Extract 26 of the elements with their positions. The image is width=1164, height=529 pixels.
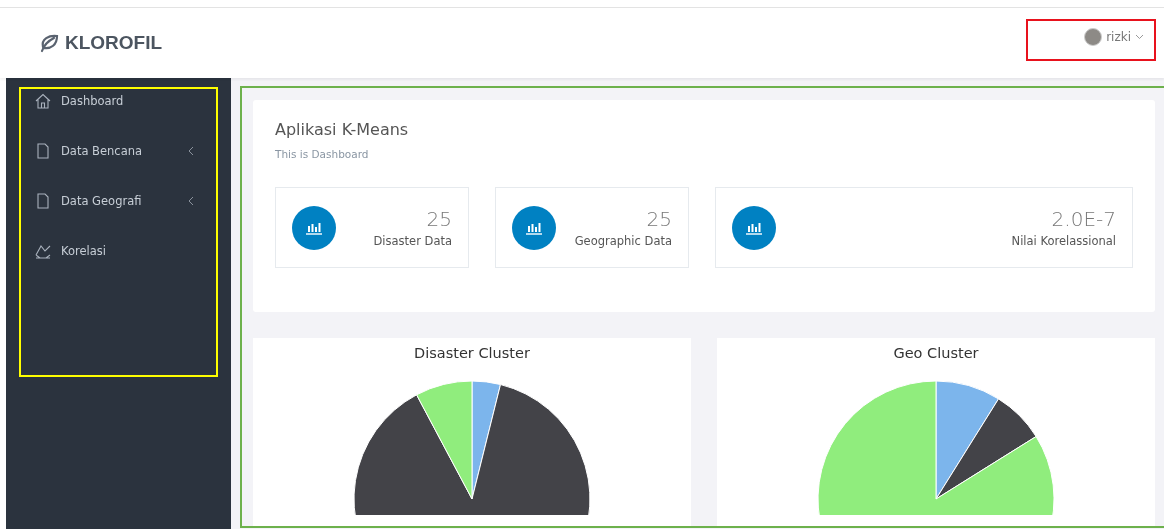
chart-title: Disaster Cluster — [414, 345, 530, 361]
sidebar-item[interactable]: Data Geografi — [35, 176, 216, 226]
chart-title: Geo Cluster — [893, 345, 979, 361]
stat-label: Disaster Data — [373, 234, 452, 248]
stat-label: Geographic Data — [574, 234, 672, 248]
stat-value: 25 — [426, 207, 452, 231]
chart-icon — [35, 243, 51, 259]
stat-value: 25 — [646, 207, 672, 231]
stat-label: Nilai Korelassional — [1011, 234, 1116, 248]
leaf-icon — [39, 33, 59, 53]
sidebar-item[interactable]: Dashboard — [35, 76, 216, 126]
home-icon — [35, 93, 51, 109]
bar-chart-icon — [292, 205, 336, 250]
caret-icon — [1135, 34, 1144, 40]
bar-chart-icon — [732, 205, 776, 250]
user-menu[interactable]: rizki — [1084, 27, 1144, 47]
sidebar-item[interactable]: Korelasi — [35, 226, 216, 276]
avatar-icon — [1084, 28, 1103, 46]
panel-subtitle: This is Dashboard — [275, 148, 370, 160]
sidebar-item[interactable]: Data Bencana — [35, 126, 216, 176]
stat-value: 2.0E-7 — [1051, 207, 1116, 231]
bar-chart-icon — [512, 205, 556, 250]
brand-name: KLOROFIL — [65, 32, 163, 54]
file-icon — [35, 143, 51, 159]
file-icon — [35, 193, 51, 209]
panel-title: Aplikasi K-Means — [275, 120, 410, 139]
